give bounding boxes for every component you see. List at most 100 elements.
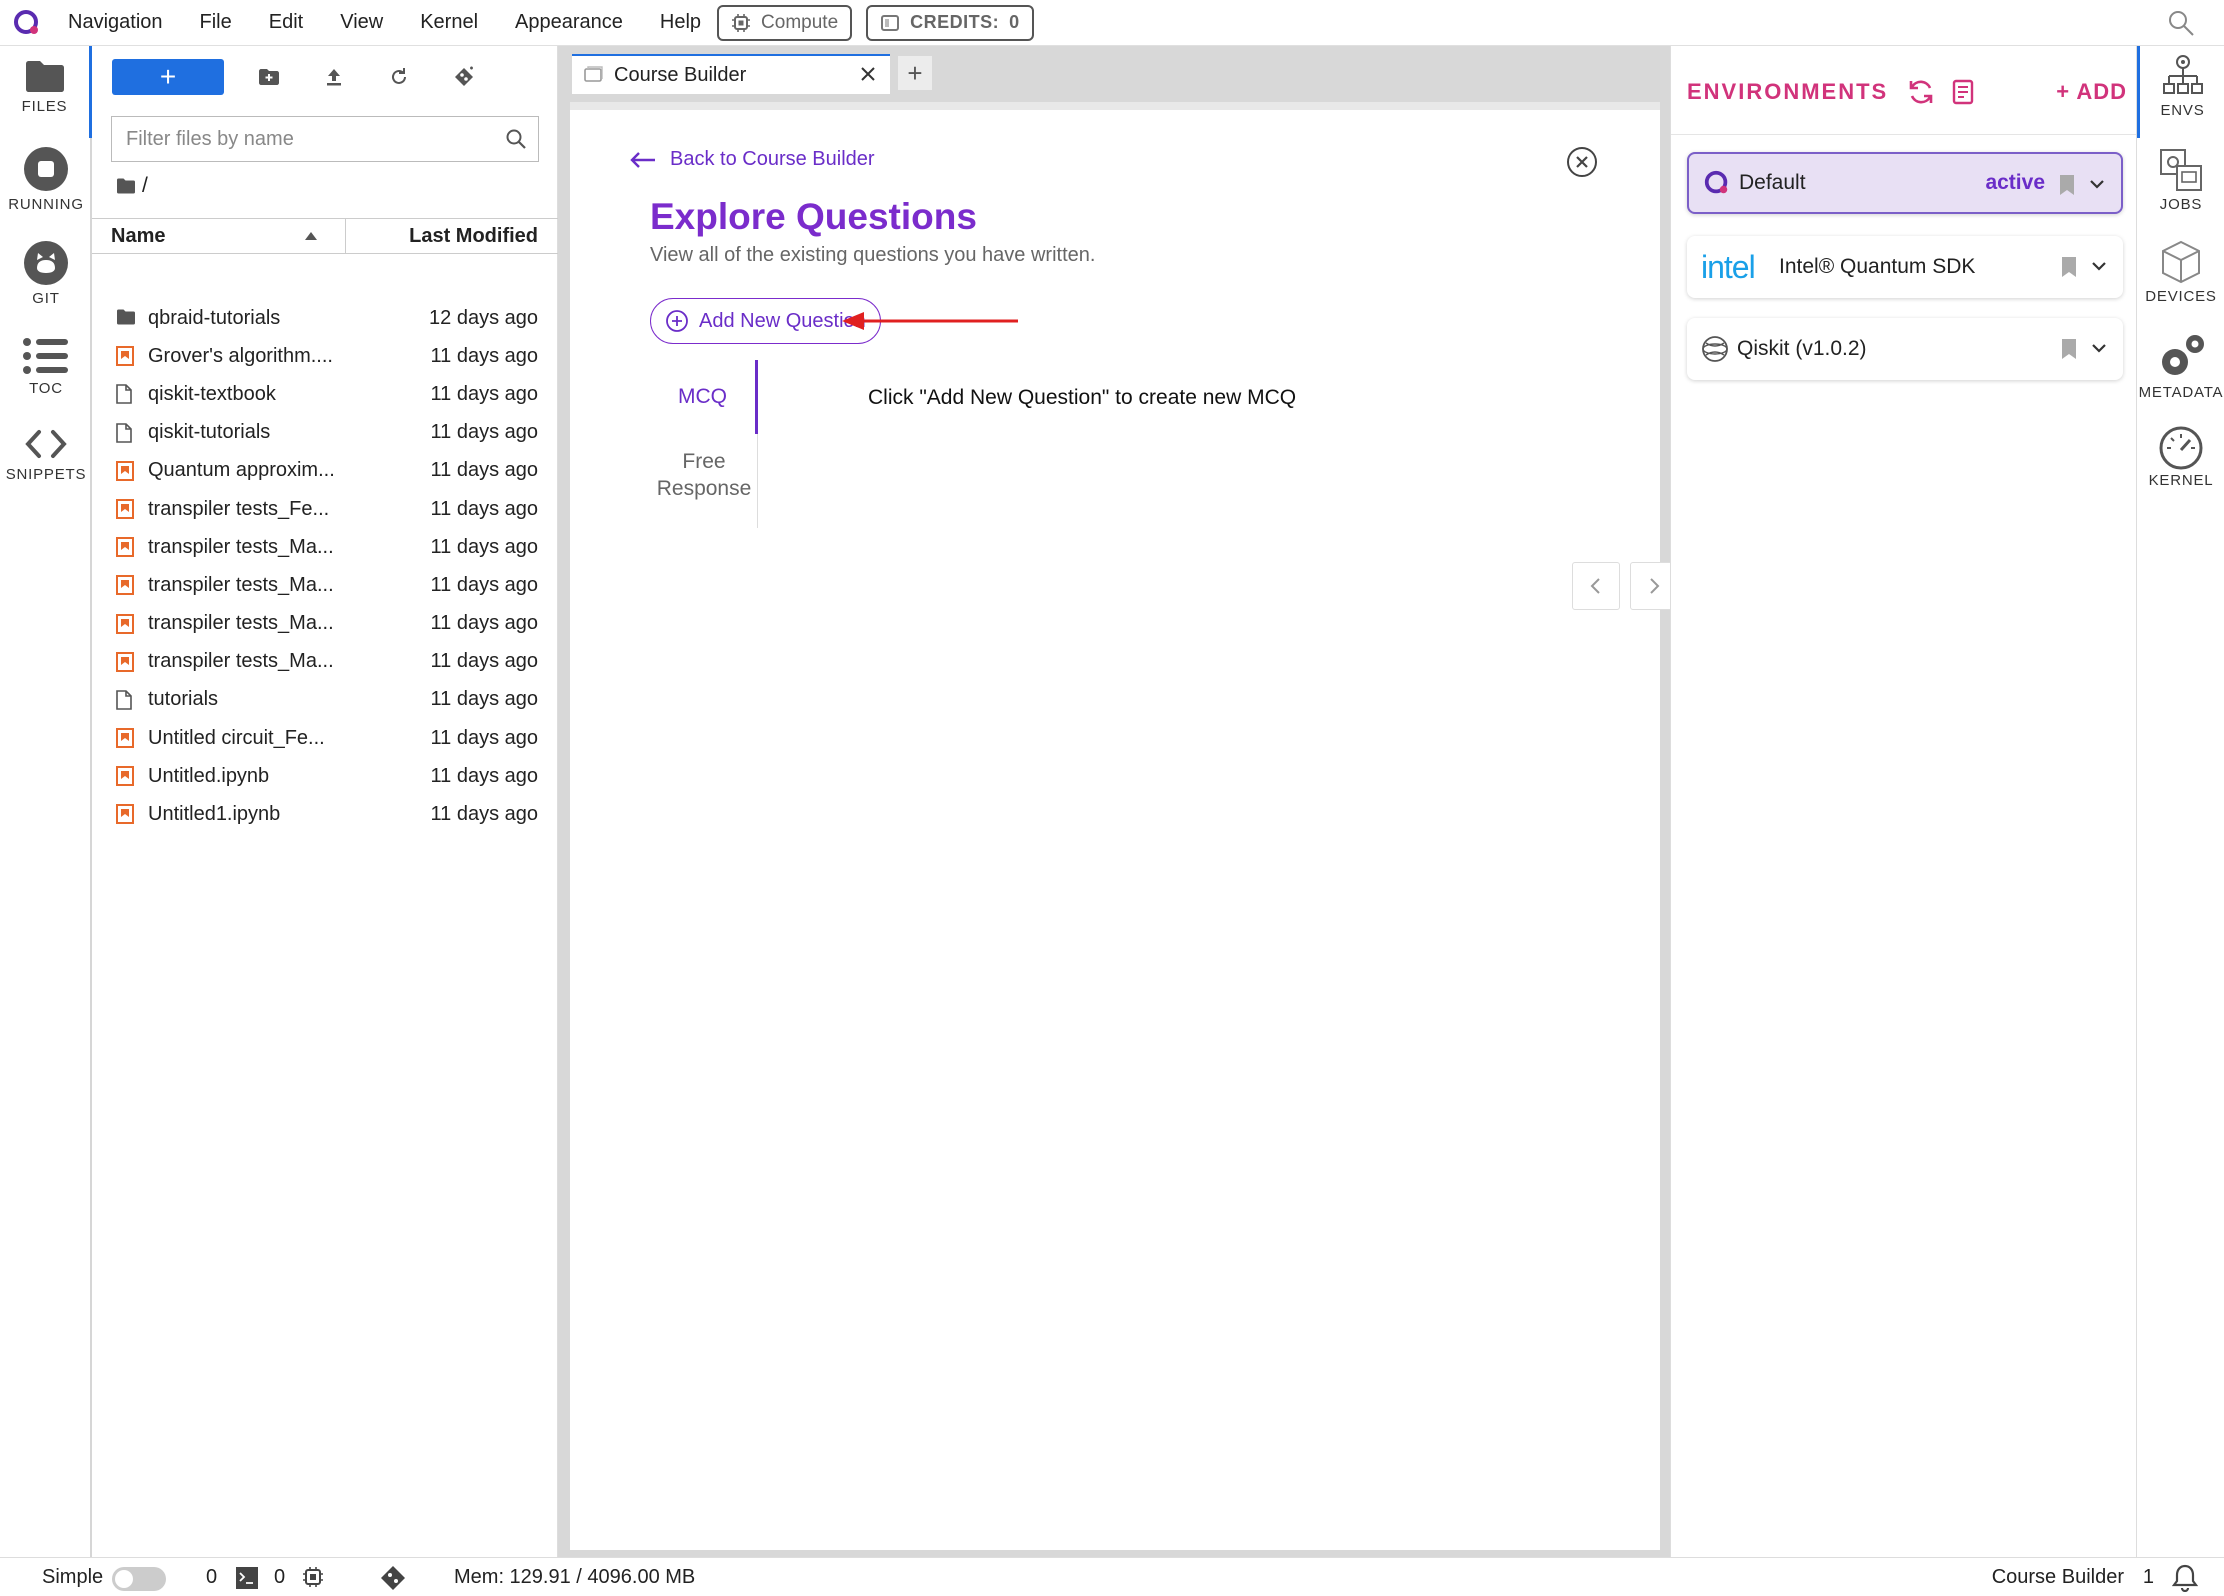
- sidebar-toc-button[interactable]: TOC: [0, 336, 92, 397]
- metadata-label: METADATA: [2138, 384, 2224, 401]
- empty-state-hint: Click "Add New Question" to create new M…: [868, 386, 1297, 409]
- file-row[interactable]: qiskit-textbook 11 days ago: [92, 375, 558, 413]
- file-row[interactable]: Untitled circuit_Fe... 11 days ago: [92, 719, 558, 757]
- new-launcher-button[interactable]: +: [112, 59, 224, 95]
- file-row[interactable]: qiskit-tutorials 11 days ago: [92, 414, 558, 452]
- back-link-label: Back to Course Builder: [670, 148, 875, 170]
- back-to-course-builder-link[interactable]: Back to Course Builder: [630, 148, 875, 171]
- file-row[interactable]: transpiler tests_Ma... 11 days ago: [92, 643, 558, 681]
- file-modified: 11 days ago: [430, 650, 539, 673]
- sidebar-envs-button[interactable]: ENVS: [2137, 46, 2224, 138]
- file-row[interactable]: transpiler tests_Ma... 11 days ago: [92, 566, 558, 604]
- file-row[interactable]: transpiler tests_Ma... 11 days ago: [92, 528, 558, 566]
- file-row[interactable]: transpiler tests_Ma... 11 days ago: [92, 605, 558, 643]
- close-icon[interactable]: [858, 64, 878, 84]
- document-icon[interactable]: [1952, 79, 1974, 105]
- upload-icon: [327, 69, 341, 86]
- compute-button[interactable]: Compute: [717, 4, 853, 41]
- file-icon: [116, 422, 132, 443]
- file-browser-toolbar: +: [92, 46, 557, 108]
- file-icon: [116, 384, 132, 405]
- chevron-down-icon[interactable]: [2091, 260, 2107, 272]
- sidebar-running-button[interactable]: RUNNING: [0, 146, 92, 213]
- qbraid-logo-icon[interactable]: [12, 8, 42, 38]
- environment-name: Default: [1739, 171, 1806, 194]
- file-list: qbraid-tutorials 12 days ago Grover's algo…: [92, 299, 558, 834]
- sidebar-devices-button[interactable]: DEVICES: [2137, 238, 2224, 305]
- file-row[interactable]: Quantum approxim... 11 days ago: [92, 452, 558, 490]
- refresh-button[interactable]: [374, 59, 424, 95]
- sync-icon[interactable]: [1906, 77, 1936, 107]
- sidebar-kernel-button[interactable]: KERNEL: [2137, 426, 2224, 489]
- file-type-icon: [116, 766, 134, 792]
- chevron-down-icon[interactable]: [2089, 178, 2105, 190]
- compute-label: Compute: [761, 11, 839, 33]
- close-circle-icon[interactable]: [1566, 146, 1598, 178]
- cube-icon: [2162, 240, 2200, 284]
- simple-mode-toggle[interactable]: [112, 1567, 166, 1591]
- tab-bar: Course Builder +: [558, 46, 1670, 94]
- tab-free-line2: Response: [656, 477, 752, 500]
- credits-button[interactable]: CREDITS: 0: [866, 4, 1034, 41]
- tab-course-builder[interactable]: Course Builder: [572, 54, 890, 94]
- file-filter-input[interactable]: [126, 127, 496, 151]
- add-environment-button[interactable]: + ADD: [2056, 79, 2127, 105]
- file-row[interactable]: Untitled.ipynb 11 days ago: [92, 757, 558, 795]
- file-modified: 11 days ago: [430, 803, 539, 826]
- menu-edit[interactable]: Edit: [269, 11, 303, 34]
- menu-bar: Navigation File Edit View Kernel Appeara…: [0, 0, 2224, 46]
- environment-card-qiskit[interactable]: Qiskit (v1.0.2): [1687, 318, 2123, 380]
- menu-navigation[interactable]: Navigation: [68, 11, 163, 34]
- search-icon[interactable]: [2166, 8, 2196, 38]
- sidebar-files-button[interactable]: FILES: [0, 46, 92, 138]
- kernel-count[interactable]: 0: [206, 1566, 217, 1589]
- file-name: transpiler tests_Ma...: [148, 535, 334, 558]
- tab-free-response[interactable]: Free Response: [650, 448, 758, 502]
- sidebar-jobs-button[interactable]: JOBS: [2137, 146, 2224, 213]
- file-type-icon: [116, 422, 132, 449]
- memory-usage: Mem: 129.91 / 4096.00 MB: [454, 1565, 696, 1588]
- pagination-prev-button[interactable]: [1572, 562, 1620, 610]
- column-modified-header[interactable]: Last Modified: [346, 225, 558, 248]
- menu-kernel[interactable]: Kernel: [420, 11, 478, 34]
- bookmark-icon[interactable]: [2059, 174, 2075, 196]
- new-folder-button[interactable]: [244, 59, 294, 95]
- sidebar-git-button[interactable]: GIT: [0, 240, 92, 307]
- file-row[interactable]: transpiler tests_Fe... 11 days ago: [92, 490, 558, 528]
- sidebar-snippets-button[interactable]: SNIPPETS: [0, 426, 92, 483]
- menu-appearance[interactable]: Appearance: [515, 11, 623, 34]
- credits-value: 0: [1009, 12, 1020, 32]
- menu-view[interactable]: View: [340, 11, 383, 34]
- new-tab-button[interactable]: +: [898, 56, 932, 90]
- file-type-icon: [116, 804, 134, 830]
- chevron-left-icon: [1590, 578, 1600, 594]
- column-name-header[interactable]: Name: [92, 219, 346, 253]
- tab-mcq[interactable]: MCQ: [650, 360, 758, 434]
- running-label: RUNNING: [8, 196, 84, 213]
- bookmark-icon[interactable]: [2061, 338, 2077, 360]
- file-name: qbraid-tutorials: [148, 306, 281, 329]
- file-row[interactable]: Grover's algorithm.... 11 days ago: [92, 337, 558, 375]
- menu-file[interactable]: File: [200, 11, 232, 34]
- file-row[interactable]: Untitled1.ipynb 11 days ago: [92, 795, 558, 833]
- notebook-icon: [116, 804, 134, 825]
- git-icon[interactable]: [380, 1565, 406, 1591]
- breadcrumb-root[interactable]: /: [142, 174, 148, 198]
- file-type-icon: [116, 498, 134, 525]
- menu-help[interactable]: Help: [660, 11, 701, 34]
- bell-icon[interactable]: [2172, 1564, 2198, 1592]
- sidebar-metadata-button[interactable]: METADATA: [2137, 330, 2224, 401]
- breadcrumb[interactable]: /: [116, 174, 148, 198]
- git-clone-button[interactable]: [439, 59, 489, 95]
- notebook-icon: [116, 575, 134, 596]
- bookmark-icon[interactable]: [2061, 256, 2077, 278]
- file-type-icon: [116, 613, 134, 640]
- environment-card-intel[interactable]: intel Intel® Quantum SDK: [1687, 236, 2123, 298]
- file-row[interactable]: qbraid-tutorials 12 days ago: [92, 299, 558, 337]
- stop-circle-icon: [24, 147, 68, 191]
- terminal-count[interactable]: 0: [274, 1566, 285, 1589]
- upload-button[interactable]: [309, 59, 359, 95]
- file-row[interactable]: tutorials 11 days ago: [92, 681, 558, 719]
- environment-card-default[interactable]: Default active: [1687, 152, 2123, 214]
- chevron-down-icon[interactable]: [2091, 342, 2107, 354]
